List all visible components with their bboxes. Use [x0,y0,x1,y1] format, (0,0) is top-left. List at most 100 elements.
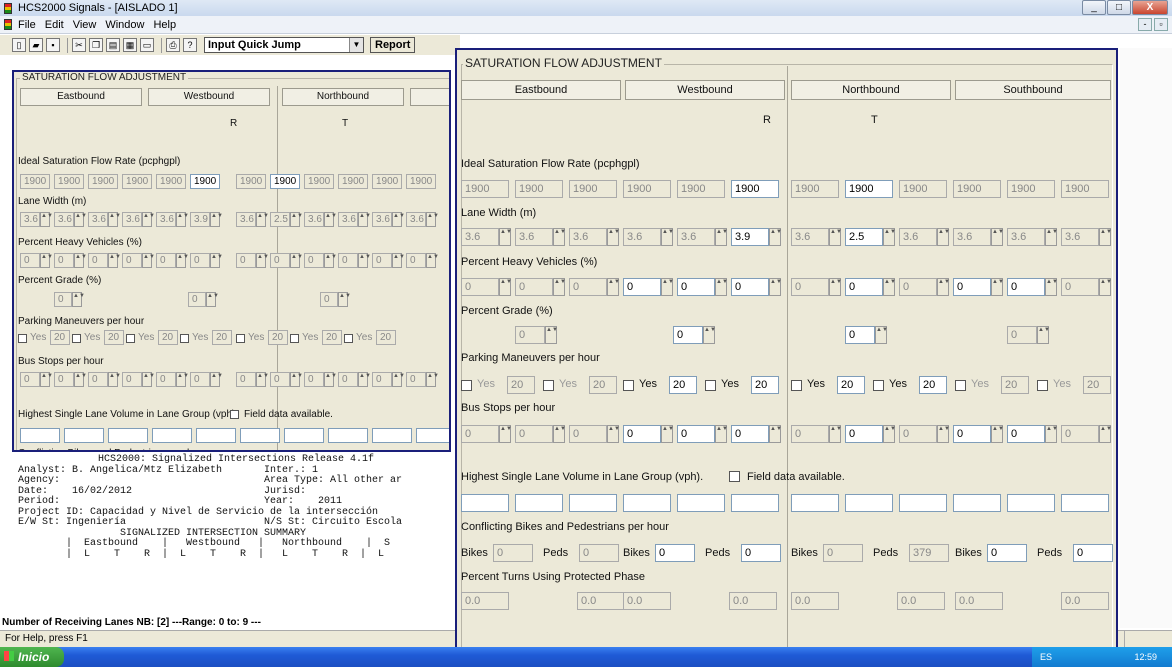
tab-eastbound[interactable]: Eastbound [20,88,142,106]
highest-volume-input[interactable] [196,428,236,443]
lane-width-values-input[interactable]: 3.6 [515,228,553,246]
bus-values-input[interactable]: 0 [54,372,74,387]
ideal-flow-input[interactable]: 1900 [236,174,266,189]
lane-width-values-input[interactable]: 3.6 [1061,228,1099,246]
ideal-flow-input[interactable]: 1900 [461,180,509,198]
bus-values-input[interactable]: 0 [88,372,108,387]
heavy-values-input[interactable]: 0 [304,253,324,268]
spinner-arrows-icon[interactable]: ▲▼ [358,372,371,387]
spinner-arrows-icon[interactable]: ▲▼ [715,425,728,443]
spinner-arrows-icon[interactable]: ▲▼ [426,212,439,227]
highest-volume-input[interactable] [284,428,324,443]
menu-file[interactable]: File [18,19,36,31]
spinner-arrows-icon[interactable]: ▲▼ [176,253,189,268]
bus-values-input[interactable]: 0 [270,372,290,387]
lane-width-values-input[interactable]: 3.6 [156,212,176,227]
spinner-arrows-icon[interactable]: ▲▼ [991,425,1004,443]
spinner-arrows-icon[interactable]: ▲▼ [324,212,337,227]
highest-volume-input[interactable] [623,494,671,512]
lane-width-values-input[interactable]: 3.6 [406,212,426,227]
peds-input[interactable]: 379 [909,544,949,562]
spinner-arrows-icon[interactable]: ▲▼ [553,278,566,296]
highest-volume-input[interactable] [461,494,509,512]
parking-input[interactable]: 20 [507,376,535,394]
spinner-arrows-icon[interactable]: ▲▼ [176,372,189,387]
spinner-arrows-icon[interactable]: ▲▼ [72,292,85,307]
parking-input[interactable]: 20 [104,330,124,345]
protected-turns-input[interactable]: 0.0 [623,592,671,610]
field-data-checkbox[interactable] [729,471,740,482]
parking-checkbox[interactable] [290,334,299,343]
ideal-flow-input[interactable]: 1900 [304,174,334,189]
spinner-arrows-icon[interactable]: ▲▼ [108,212,121,227]
grade-input[interactable]: 0 [188,292,206,307]
spinner-arrows-icon[interactable]: ▲▼ [991,278,1004,296]
tab-westbound[interactable]: Westbound [625,80,785,100]
lane-width-values-input[interactable]: 3.6 [1007,228,1045,246]
spinner-arrows-icon[interactable]: ▲▼ [829,278,842,296]
peds-input[interactable]: 0 [579,544,619,562]
spinner-arrows-icon[interactable]: ▲▼ [1099,425,1112,443]
spinner-arrows-icon[interactable]: ▲▼ [206,292,219,307]
parking-checkbox[interactable] [236,334,245,343]
highest-volume-input[interactable] [372,428,412,443]
lane-width-values-input[interactable]: 3.6 [461,228,499,246]
highest-volume-input[interactable] [515,494,563,512]
minimize-button[interactable]: _ [1082,0,1106,15]
peds-input[interactable]: 0 [1073,544,1113,562]
spinner-arrows-icon[interactable]: ▲▼ [553,228,566,246]
bus-values-input[interactable]: 0 [461,425,499,443]
tab-northbound[interactable]: Northbound [791,80,951,100]
menu-edit[interactable]: Edit [45,19,64,31]
tab-southbound[interactable]: Southbound [955,80,1111,100]
spinner-arrows-icon[interactable]: ▲▼ [392,372,405,387]
parking-input[interactable]: 20 [1083,376,1111,394]
lane-width-values-input[interactable]: 3.6 [304,212,324,227]
spinner-arrows-icon[interactable]: ▲▼ [74,212,87,227]
ideal-flow-input[interactable]: 1900 [338,174,368,189]
parking-checkbox[interactable] [72,334,81,343]
spinner-arrows-icon[interactable]: ▲▼ [991,228,1004,246]
spinner-arrows-icon[interactable]: ▲▼ [769,425,782,443]
heavy-values-input[interactable]: 0 [406,253,426,268]
parking-checkbox[interactable] [180,334,189,343]
heavy-values-input[interactable]: 0 [88,253,108,268]
spinner-arrows-icon[interactable]: ▲▼ [499,228,512,246]
menu-view[interactable]: View [73,19,97,31]
parking-checkbox[interactable] [623,380,634,391]
bus-values-input[interactable]: 0 [731,425,769,443]
spinner-arrows-icon[interactable]: ▲▼ [358,212,371,227]
protected-turns-input[interactable]: 0.0 [791,592,839,610]
parking-input[interactable]: 20 [158,330,178,345]
spinner-arrows-icon[interactable]: ▲▼ [1045,425,1058,443]
spinner-arrows-icon[interactable]: ▲▼ [290,253,303,268]
spinner-arrows-icon[interactable]: ▲▼ [607,425,620,443]
bus-values-input[interactable]: 0 [953,425,991,443]
highest-volume-input[interactable] [152,428,192,443]
parking-checkbox[interactable] [705,380,716,391]
bikes-input[interactable]: 0 [823,544,863,562]
bikes-input[interactable]: 0 [493,544,533,562]
parking-input[interactable]: 20 [50,330,70,345]
tab-southbound[interactable] [410,88,449,106]
highest-volume-input[interactable] [1007,494,1055,512]
ideal-flow-input[interactable]: 1900 [156,174,186,189]
highest-volume-input[interactable] [731,494,779,512]
grade-input[interactable]: 0 [673,326,703,344]
bus-values-input[interactable]: 0 [623,425,661,443]
bus-values-input[interactable]: 0 [515,425,553,443]
spinner-arrows-icon[interactable]: ▲▼ [769,228,782,246]
highest-volume-input[interactable] [677,494,725,512]
spinner-arrows-icon[interactable]: ▲▼ [392,212,405,227]
bus-values-input[interactable]: 0 [338,372,358,387]
spinner-arrows-icon[interactable]: ▲▼ [607,228,620,246]
spinner-arrows-icon[interactable]: ▲▼ [661,425,674,443]
bus-values-input[interactable]: 0 [156,372,176,387]
spinner-arrows-icon[interactable]: ▲▼ [256,212,269,227]
spinner-arrows-icon[interactable]: ▲▼ [210,253,223,268]
bus-values-input[interactable]: 0 [122,372,142,387]
parking-checkbox[interactable] [461,380,472,391]
highest-volume-input[interactable] [20,428,60,443]
heavy-values-input[interactable]: 0 [20,253,40,268]
spinner-arrows-icon[interactable]: ▲▼ [1045,228,1058,246]
